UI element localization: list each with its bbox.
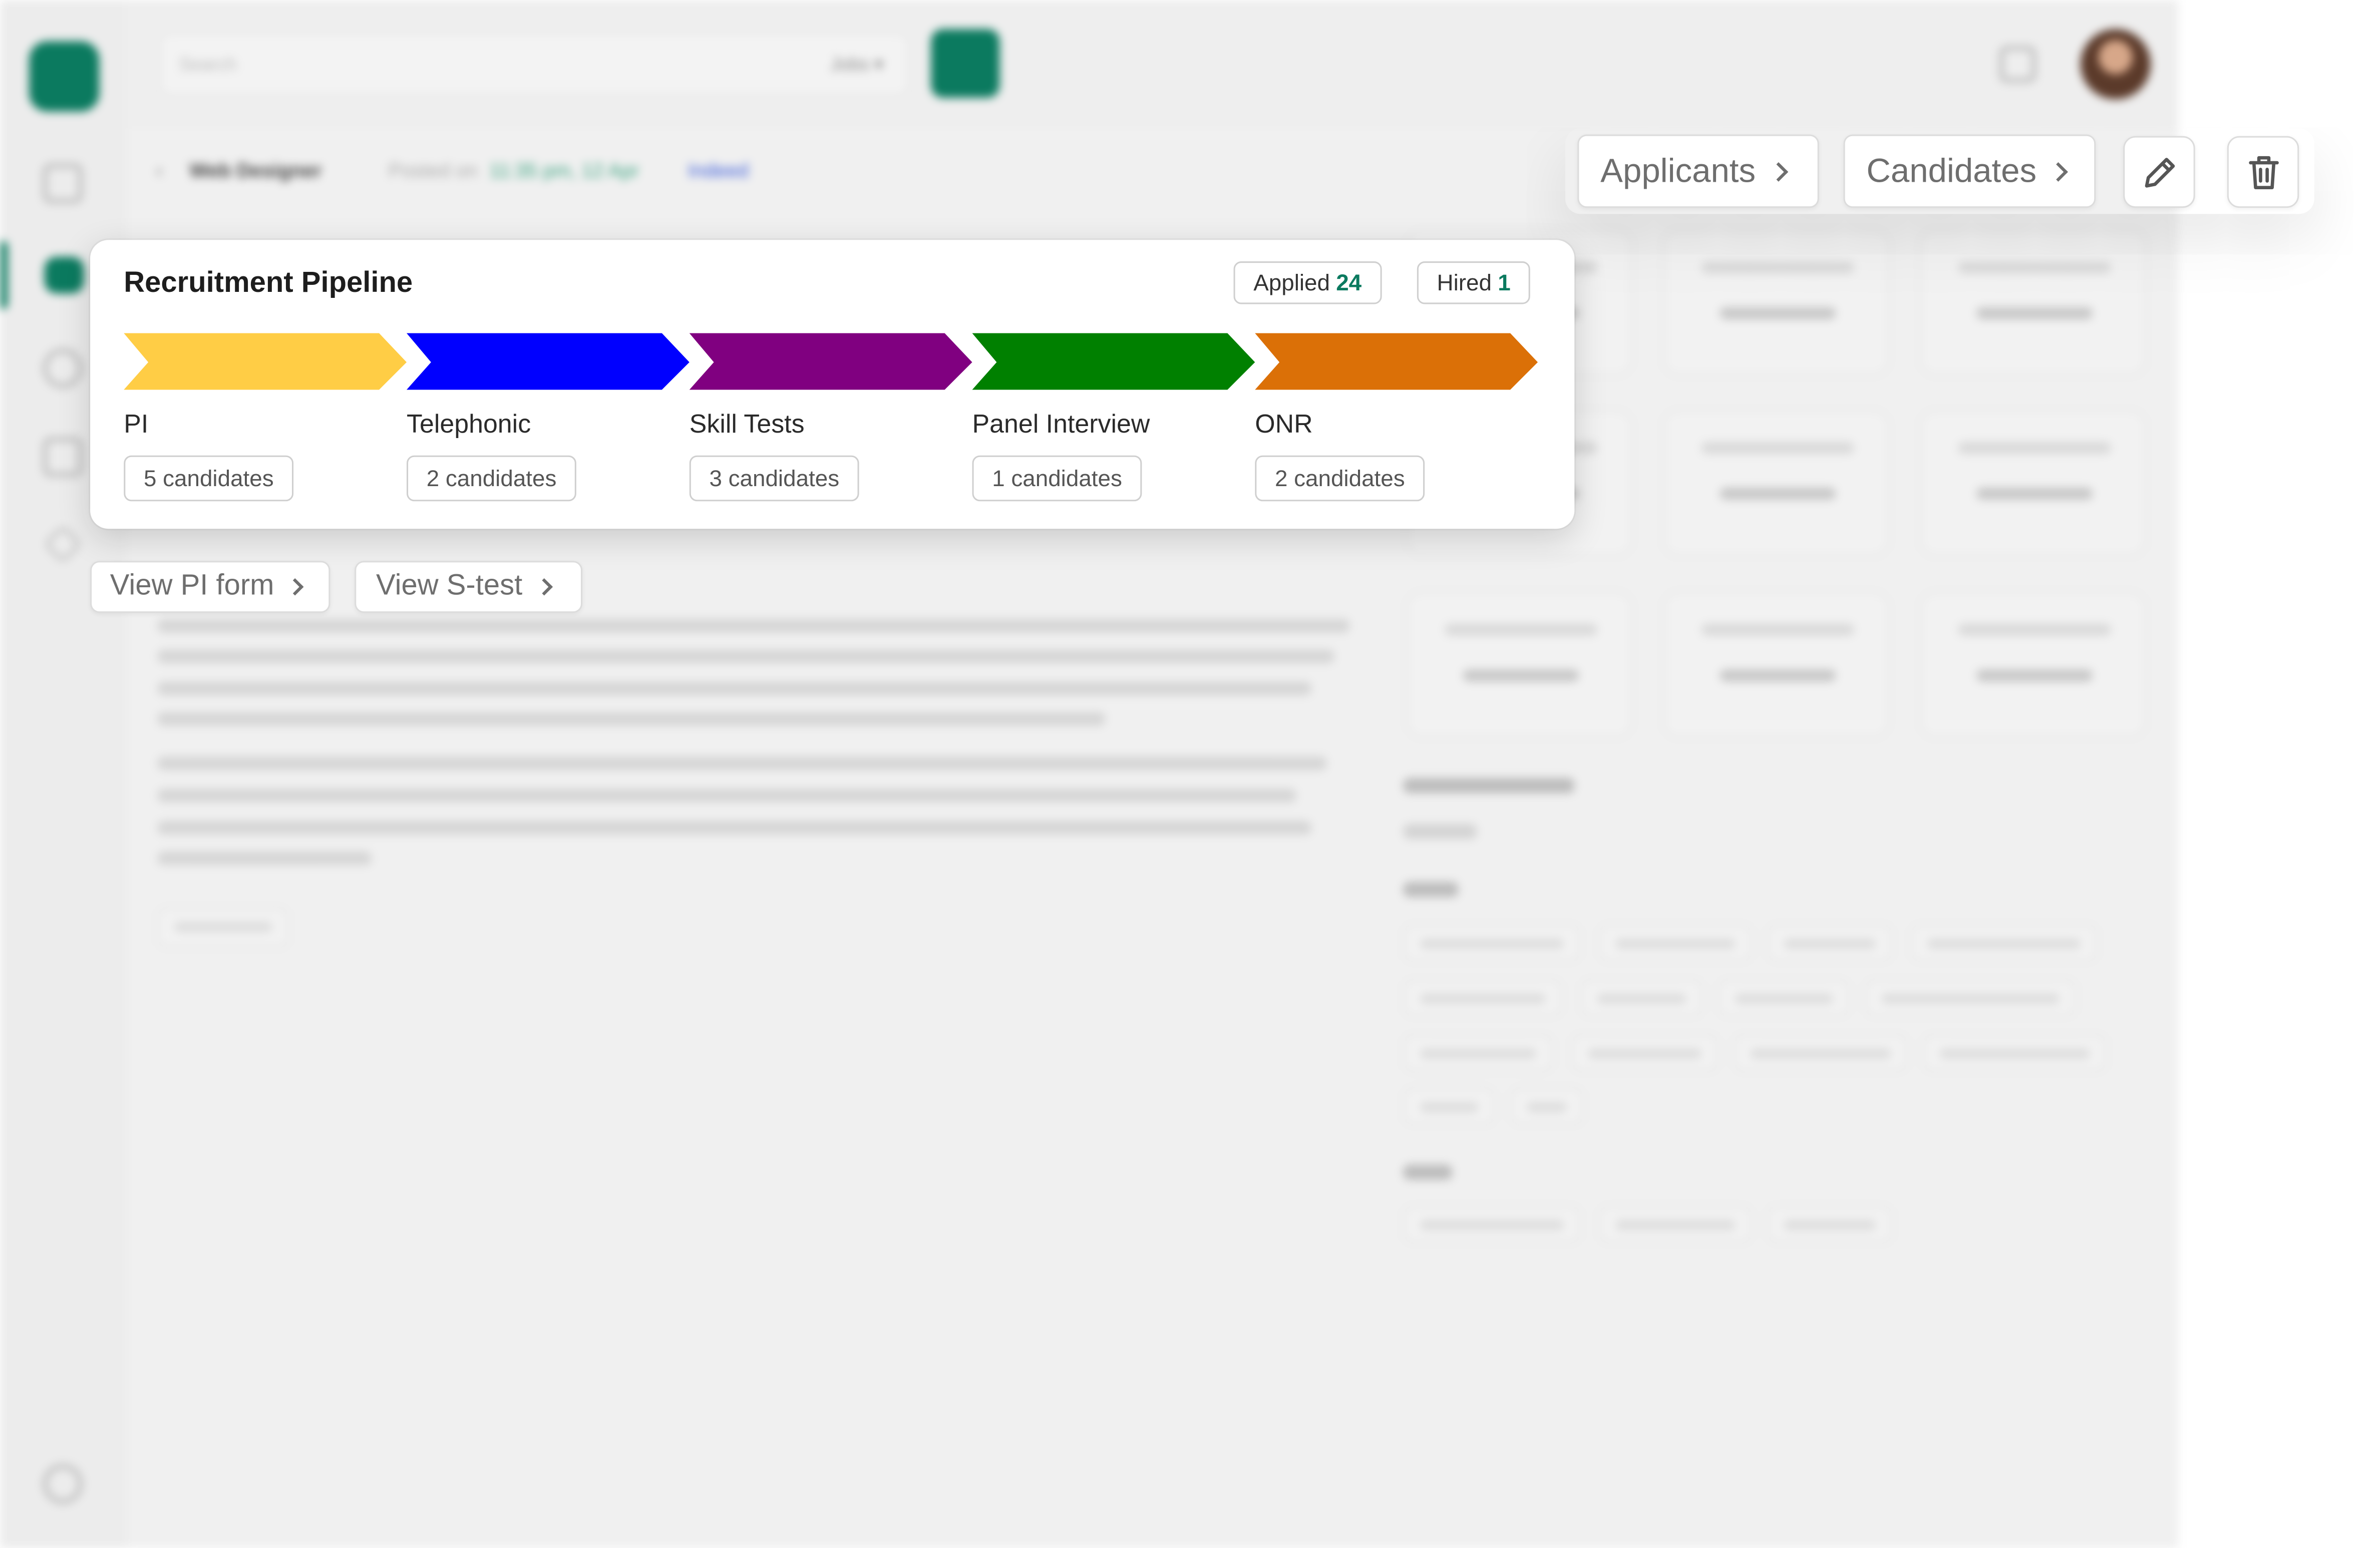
info-card xyxy=(1663,410,1890,557)
description-line xyxy=(157,789,1296,803)
view-s-test-label: View S-test xyxy=(376,570,523,602)
chevron-right-icon xyxy=(2049,161,2069,181)
info-card xyxy=(1663,229,1890,376)
chevron-right-icon xyxy=(286,578,304,596)
posted-time: 11:35 pm, 12 Apr xyxy=(489,159,639,182)
skill-chip xyxy=(1510,1088,1584,1125)
pipeline-stage-arrows xyxy=(124,333,1538,390)
search-scope-dropdown[interactable]: Jobs ▾ xyxy=(830,54,883,75)
search-placeholder: Search xyxy=(179,53,237,75)
skill-chip xyxy=(1865,979,2076,1017)
candidates-label: Candidates xyxy=(1866,151,2037,190)
info-card xyxy=(1663,591,1890,738)
back-icon[interactable]: ‹ xyxy=(156,159,162,182)
job-title: Web Designer xyxy=(189,159,322,182)
skill-chip xyxy=(1599,924,1752,962)
tag-chip xyxy=(1403,1206,1581,1243)
edit-button[interactable] xyxy=(2123,136,2195,208)
search-button[interactable] xyxy=(931,29,1000,98)
app-logo[interactable] xyxy=(29,41,100,112)
skill-chip xyxy=(1403,979,1562,1017)
delete-button[interactable] xyxy=(2227,136,2299,208)
description-line xyxy=(157,619,1350,633)
avatar[interactable] xyxy=(2080,29,2151,100)
stage-name-pi: PI xyxy=(124,410,149,439)
tags-title xyxy=(1403,1165,1453,1180)
description-line xyxy=(157,681,1312,695)
info-card xyxy=(1406,591,1633,738)
stage-arrow-skill-tests[interactable] xyxy=(689,333,972,390)
expand-icon[interactable] xyxy=(43,524,83,564)
view-pi-form-button[interactable]: View PI form xyxy=(90,561,330,613)
skill-chip xyxy=(1718,979,1850,1017)
skill-chip xyxy=(1910,924,2098,962)
stage-count-skill-tests[interactable]: 3 candidates xyxy=(689,455,859,502)
source-link[interactable]: Indeed xyxy=(688,159,749,182)
notifications-icon[interactable] xyxy=(1999,46,2036,83)
background-app: Search Jobs ▾ ‹ Web Designer Posted on 1… xyxy=(0,0,2380,1548)
stage-name-panel-interview: Panel Interview xyxy=(972,410,1150,439)
stage-arrow-panel-interview[interactable] xyxy=(972,333,1255,390)
skill-chip xyxy=(1767,924,1893,962)
skill-chip xyxy=(1580,979,1703,1017)
applicants-label: Applicants xyxy=(1600,151,1756,190)
stage-arrow-telephonic[interactable] xyxy=(407,333,690,390)
chevron-right-icon xyxy=(1768,161,1788,181)
collapse-sidebar-icon[interactable] xyxy=(43,1464,83,1504)
skill-chip xyxy=(1403,1088,1495,1125)
recruitment-pipeline-card: Recruitment Pipeline Applied 24 Hired 1 PI… xyxy=(90,240,1575,529)
calendar-icon[interactable] xyxy=(43,437,83,477)
dashboard-icon[interactable] xyxy=(43,163,83,204)
trash-icon xyxy=(2248,155,2278,189)
applicants-button[interactable]: Applicants xyxy=(1577,134,1819,208)
skill-chip xyxy=(1403,1034,1553,1071)
description-line xyxy=(157,851,372,865)
description-line xyxy=(157,649,1335,663)
active-nav-indicator xyxy=(0,241,8,309)
stage-name-onr: ONR xyxy=(1255,410,1313,439)
search-input[interactable]: Search Jobs ▾ xyxy=(159,32,910,97)
stage-arrow-onr[interactable] xyxy=(1255,333,1538,390)
info-card xyxy=(1920,229,2146,376)
stage-name-skill-tests: Skill Tests xyxy=(689,410,805,439)
description-line xyxy=(157,756,1327,770)
see-full-jd-button[interactable] xyxy=(157,908,289,948)
candidates-icon[interactable] xyxy=(43,348,83,389)
skill-chip xyxy=(1923,1034,2107,1071)
jobs-icon[interactable] xyxy=(44,256,84,294)
stage-count-pi[interactable]: 5 candidates xyxy=(124,455,294,502)
description-line xyxy=(157,712,1106,726)
info-card xyxy=(1920,591,2146,738)
stage-name-telephonic: Telephonic xyxy=(407,410,531,439)
info-card xyxy=(1920,410,2146,557)
description-line xyxy=(157,821,1312,835)
posted-label: Posted on xyxy=(388,159,478,182)
skill-chip xyxy=(1733,1034,1908,1071)
skills-title xyxy=(1403,882,1459,897)
skill-chip xyxy=(1403,924,1581,962)
tag-chip xyxy=(1767,1206,1893,1243)
stage-arrow-pi[interactable] xyxy=(124,333,407,390)
skill-chip xyxy=(1571,1034,1719,1071)
view-s-test-button[interactable]: View S-test xyxy=(355,561,583,613)
tag-chip xyxy=(1599,1206,1752,1243)
application-link-url[interactable] xyxy=(1403,824,1477,839)
stage-count-onr[interactable]: 2 candidates xyxy=(1255,455,1425,502)
chevron-right-icon xyxy=(535,578,553,596)
pencil-icon xyxy=(2144,157,2174,187)
search-scope-label: Jobs xyxy=(830,53,869,75)
sidebar xyxy=(0,0,126,1548)
view-pi-form-label: View PI form xyxy=(110,570,274,602)
stage-count-telephonic[interactable]: 2 candidates xyxy=(407,455,577,502)
stage-count-panel-interview[interactable]: 1 candidates xyxy=(972,455,1142,502)
application-link-title xyxy=(1403,778,1575,794)
candidates-button[interactable]: Candidates xyxy=(1843,134,2096,208)
